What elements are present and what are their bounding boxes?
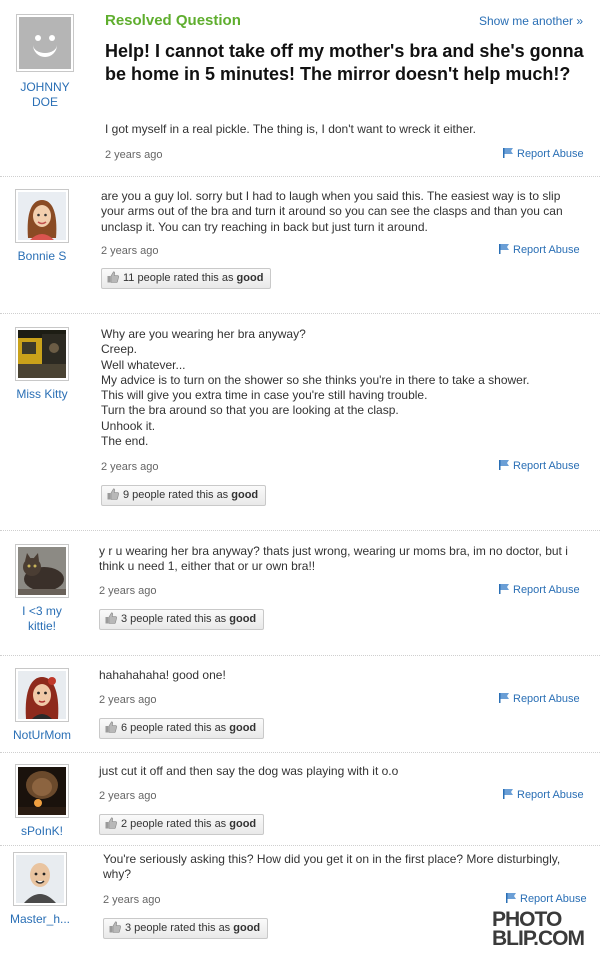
rating-badge[interactable]: 2 people rated this as good	[99, 814, 265, 835]
answer-time: 2 years ago	[103, 894, 161, 906]
rating-text: 3 people rated this as	[125, 922, 231, 934]
report-abuse-label: Report Abuse	[517, 789, 584, 801]
answerer-avatar[interactable]	[13, 852, 67, 906]
answerer-profile[interactable]: I <3 my kittie!	[8, 544, 76, 634]
report-abuse-label: Report Abuse	[513, 693, 580, 705]
answerer-profile[interactable]: NotUrMom	[8, 668, 76, 743]
rating-badge[interactable]: 11 people rated this as good	[101, 268, 272, 289]
rating-badge[interactable]: 9 people rated this as good	[101, 485, 267, 506]
answerer-name[interactable]: Miss Kitty	[8, 387, 76, 402]
report-abuse-link[interactable]: Report Abuse	[499, 584, 580, 596]
report-abuse-label: Report Abuse	[520, 893, 587, 905]
divider	[0, 313, 600, 314]
answerer-profile[interactable]: Master_h...	[6, 852, 74, 927]
report-abuse-label: Report Abuse	[513, 460, 580, 472]
report-abuse-link[interactable]: Report Abuse	[506, 893, 587, 905]
answerer-profile[interactable]: sPoInK!	[8, 764, 76, 839]
question-status: Resolved Question	[105, 12, 241, 29]
rating-word: good	[231, 489, 259, 501]
rating-word: good	[229, 818, 257, 830]
report-abuse-label: Report Abuse	[513, 584, 580, 596]
report-abuse-link[interactable]: Report Abuse	[503, 148, 584, 160]
thumbs-up-icon	[105, 721, 117, 733]
asker-profile[interactable]: JOHNNY DOE	[14, 14, 76, 110]
divider	[0, 530, 600, 531]
answerer-avatar[interactable]	[15, 327, 69, 381]
answerer-name[interactable]: NotUrMom	[8, 728, 76, 743]
answerer-profile[interactable]: Bonnie S	[8, 189, 76, 264]
asker-avatar[interactable]	[16, 14, 74, 72]
divider	[0, 655, 600, 656]
answerer-name[interactable]: Bonnie S	[8, 249, 76, 264]
answer-time: 2 years ago	[101, 245, 159, 257]
divider	[0, 752, 600, 753]
answer-text: just cut it off and then say the dog was…	[99, 764, 399, 778]
rating-text: 2 people rated this as	[121, 818, 227, 830]
rating-badge[interactable]: 3 people rated this as good	[99, 609, 265, 630]
answerer-avatar[interactable]	[15, 668, 69, 722]
woman-avatar-icon	[18, 671, 66, 719]
photoblip-watermark: PHOTO BLIP.COM	[492, 909, 590, 954]
rating-word: good	[229, 722, 257, 734]
answerer-name[interactable]: I <3 my kittie!	[8, 604, 76, 634]
thumbs-up-icon	[107, 271, 119, 283]
show-another-link[interactable]: Show me another »	[479, 14, 583, 28]
thumbs-up-icon	[105, 612, 117, 624]
rating-text: 3 people rated this as	[121, 613, 227, 625]
thumbs-up-icon	[107, 488, 119, 500]
question-time: 2 years ago	[105, 149, 163, 161]
answerer-name[interactable]: Master_h...	[6, 912, 74, 927]
report-abuse-link[interactable]: Report Abuse	[499, 693, 580, 705]
flag-icon	[499, 460, 509, 470]
rating-badge[interactable]: 6 people rated this as good	[99, 718, 265, 739]
rating-word: good	[229, 613, 257, 625]
rating-badge[interactable]: 3 people rated this as good	[103, 918, 269, 939]
answerer-avatar[interactable]	[15, 544, 69, 598]
answerer-name[interactable]: sPoInK!	[8, 824, 76, 839]
thumbs-up-icon	[105, 817, 117, 829]
rating-word: good	[233, 922, 261, 934]
answer-time: 2 years ago	[99, 694, 157, 706]
flag-icon	[499, 693, 509, 703]
report-abuse-link[interactable]: Report Abuse	[499, 460, 580, 472]
answer-time: 2 years ago	[99, 585, 157, 597]
answer-time: 2 years ago	[99, 790, 157, 802]
answer-text: y r u wearing her bra anyway? thats just…	[99, 544, 568, 574]
flag-icon	[503, 148, 513, 158]
kitten-avatar-icon	[18, 547, 66, 595]
answerer-profile[interactable]: Miss Kitty	[8, 327, 76, 402]
flag-icon	[499, 584, 509, 594]
default-avatar-icon	[19, 17, 71, 69]
answer-time: 2 years ago	[101, 461, 159, 473]
report-abuse-label: Report Abuse	[513, 244, 580, 256]
report-abuse-link[interactable]: Report Abuse	[503, 789, 584, 801]
rating-text: 11 people rated this as	[123, 272, 234, 284]
answer-text: Why are you wearing her bra anyway? Cree…	[101, 327, 530, 449]
watermark-line2: BLIP.COM	[492, 927, 585, 950]
bald-man-avatar-icon	[16, 855, 64, 903]
flag-icon	[506, 893, 516, 903]
asker-name[interactable]: JOHNNY DOE	[14, 80, 76, 110]
divider	[0, 176, 600, 177]
divider	[0, 845, 600, 846]
answer-text: are you a guy lol. sorry but I had to la…	[101, 189, 563, 234]
rating-word: good	[236, 272, 264, 284]
answerer-avatar[interactable]	[15, 764, 69, 818]
rating-text: 9 people rated this as	[123, 489, 229, 501]
question-body: I got myself in a real pickle. The thing…	[105, 122, 476, 136]
flag-icon	[503, 789, 513, 799]
flag-icon	[499, 244, 509, 254]
report-abuse-label: Report Abuse	[517, 148, 584, 160]
question-title: Help! I cannot take off my mother's bra …	[105, 41, 584, 84]
girl-avatar-icon	[18, 192, 66, 240]
answer-text: hahahahaha! good one!	[99, 668, 226, 682]
rating-text: 6 people rated this as	[121, 722, 227, 734]
photo-avatar-icon	[18, 767, 66, 815]
thumbs-up-icon	[109, 921, 121, 933]
photo-avatar-icon	[18, 330, 66, 378]
report-abuse-link[interactable]: Report Abuse	[499, 244, 580, 256]
answerer-avatar[interactable]	[15, 189, 69, 243]
answer-text: You're seriously asking this? How did yo…	[103, 852, 561, 882]
